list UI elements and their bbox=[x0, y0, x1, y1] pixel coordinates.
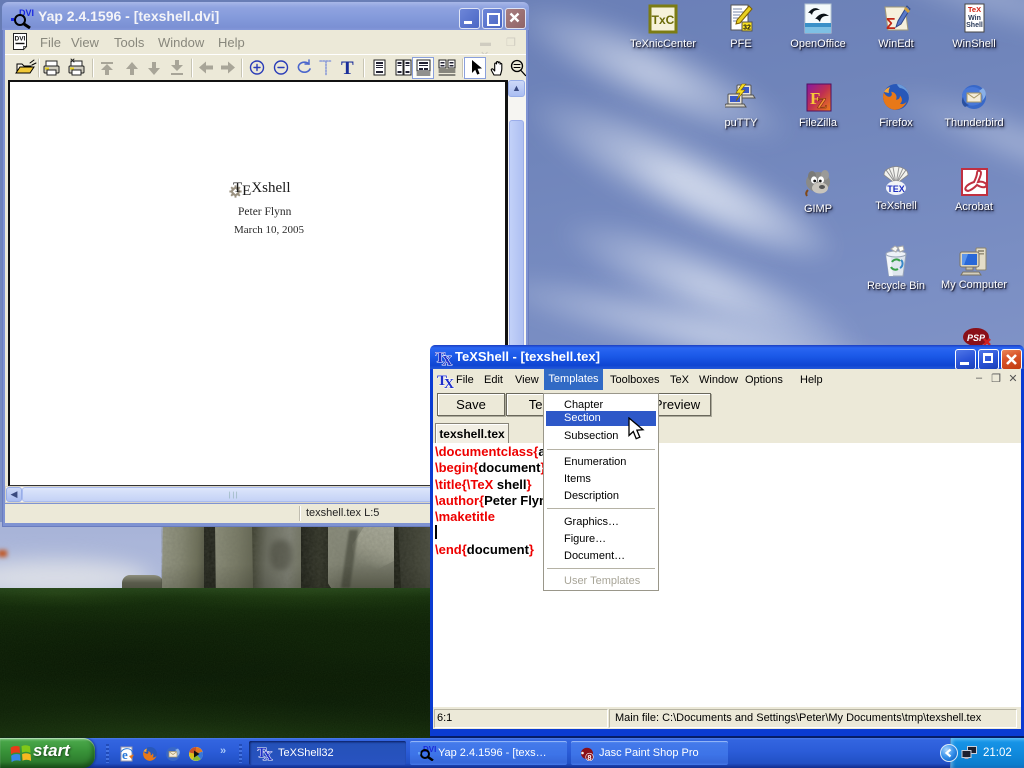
svg-text:T: T bbox=[341, 58, 354, 79]
svg-text:DVI: DVI bbox=[15, 36, 26, 43]
svg-text:DVI: DVI bbox=[19, 8, 34, 18]
svg-text:X: X bbox=[263, 748, 273, 761]
svg-text:Σ: Σ bbox=[886, 16, 896, 33]
svg-text:8: 8 bbox=[587, 753, 591, 761]
svg-text:32: 32 bbox=[743, 25, 751, 32]
svg-text:TEX: TEX bbox=[887, 184, 905, 194]
svg-text:TeX: TeX bbox=[968, 5, 981, 14]
svg-text:PSP: PSP bbox=[967, 333, 986, 343]
svg-text:Z: Z bbox=[817, 96, 827, 112]
svg-text:TxC: TxC bbox=[652, 13, 675, 27]
svg-text:Shell: Shell bbox=[966, 22, 983, 29]
svg-text:X: X bbox=[444, 377, 454, 389]
svg-text:X: X bbox=[442, 354, 452, 366]
svg-text:Win: Win bbox=[968, 15, 981, 22]
